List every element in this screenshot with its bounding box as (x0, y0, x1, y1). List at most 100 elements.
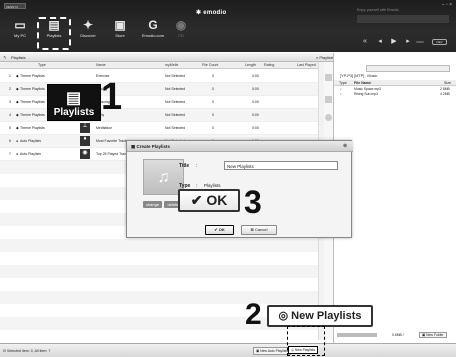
music-file-icon: ♪ (340, 87, 342, 91)
col-file-name[interactable]: File Name (354, 81, 371, 85)
table-row[interactable]: 1 ◆ Theme Playlists Exercise Not Selected 0 0:… (0, 70, 323, 83)
transfer-icon[interactable] (325, 74, 332, 81)
file-size: 4.2MB (440, 92, 450, 96)
callout-ok-label: OK (206, 192, 228, 208)
toolbar-discover[interactable]: ✦ Discover (71, 18, 105, 48)
playlists-highlight (37, 17, 71, 50)
sync-icon[interactable] (325, 96, 332, 103)
store-icon: ▣ (114, 18, 126, 32)
mode-button[interactable]: ▭▭ (414, 37, 426, 47)
row-type: Theme Playlists (20, 100, 45, 104)
meditation-icon: ⟂ (80, 123, 90, 133)
device-button[interactable]: DEV (432, 39, 447, 45)
device-view-toolbar[interactable] (366, 65, 450, 72)
device-path: [YP-P3] [MTP] : Music (340, 74, 378, 78)
col-file-count[interactable]: File Count (202, 63, 218, 67)
type-value: Playlists (204, 183, 221, 188)
row-count: 0 (212, 87, 214, 91)
row-index: 1 (9, 74, 11, 78)
row-type: Theme Playlists (20, 126, 45, 130)
playlist-table-header: Type Name myMelle File Count Length Rati… (0, 62, 323, 69)
col-last-played[interactable]: Last Played (297, 63, 316, 67)
row-count: 0 (212, 126, 214, 130)
cancel-button[interactable]: ⊠ Cancel (241, 225, 277, 235)
settings-icon[interactable] (325, 114, 332, 121)
prev-track-button[interactable]: « (359, 37, 371, 47)
row-index: 3 (9, 100, 11, 104)
theme-icon: ◆ (16, 113, 19, 117)
right-pane-tab[interactable]: ⌕ Playlists (316, 55, 334, 60)
cd-icon: ◉ (175, 18, 187, 32)
new-playlists-highlight (287, 326, 325, 356)
left-pane-tab[interactable]: Playlists (11, 55, 26, 60)
callout-new-playlists-label: New Playlists (291, 310, 362, 322)
table-row[interactable]: 5 ◆ Theme Playlists ⟂ Meditation Not Selected… (0, 122, 323, 135)
row-index: 4 (9, 113, 11, 117)
col-length[interactable]: Length (245, 63, 256, 67)
col-file-size[interactable]: Size (444, 81, 451, 85)
cancel-label: Cancel (255, 227, 268, 232)
row-melle: Not Selected (165, 74, 186, 78)
rewind-button[interactable]: ◂ (374, 37, 386, 47)
new-folder-label: New Folder (426, 333, 444, 337)
toolbar-store[interactable]: ▣ Store (103, 18, 137, 48)
dialog-icon: ▣ (131, 144, 136, 149)
capacity-bar (337, 333, 377, 337)
toolbar-mypc[interactable]: ▭ My PC (3, 18, 37, 48)
back-arrow-icon[interactable]: ↰ (3, 55, 6, 60)
file-name: Rising Sun.mp3 (354, 92, 378, 96)
title-label: Title (179, 163, 190, 169)
col-name[interactable]: Name (96, 63, 106, 67)
status-text: ⊟ Selected item: 0, All item: 7 (3, 349, 51, 353)
discover-icon: ✦ (82, 18, 94, 32)
row-count: 0 (212, 113, 214, 117)
theme-icon: ◆ (16, 87, 19, 91)
play-button[interactable]: ▶ (388, 37, 400, 47)
new-auto-playlists-button[interactable]: ▣ New Auto Playlists (253, 347, 292, 355)
left-pane-header: ↰ Playlists (0, 53, 333, 62)
music-file-icon: ♪ (340, 92, 342, 96)
step-1: 1 (101, 76, 123, 118)
row-index: 5 (9, 126, 11, 130)
change-button[interactable]: change (143, 201, 162, 208)
playlists-big-icon: ▤ (66, 90, 82, 107)
forward-button[interactable]: ▸ (402, 37, 414, 47)
title-input[interactable]: New Playlists (224, 161, 338, 170)
row-name: Top 25 Played Tracks (96, 152, 130, 156)
col-mymelle[interactable]: myMelle (165, 63, 178, 67)
row-melle: Not Selected (165, 126, 186, 130)
col-rating[interactable]: Rating (264, 63, 274, 67)
toolbar-label: My PC (14, 33, 26, 38)
file-row[interactable]: ♪ Rising Sun.mp3 4.2MB (334, 92, 456, 97)
row-length: 0:00 (252, 87, 259, 91)
toolbar-cd[interactable]: ◉ CD (164, 18, 198, 48)
callout-playlists-label: Playlists (53, 107, 95, 118)
toolbar-label: CD (178, 33, 184, 38)
window-label: KENNY/I (4, 3, 26, 9)
ok-button[interactable]: ✔ OK (205, 225, 234, 235)
top25-icon: ◉ (80, 149, 90, 159)
favorite-icon: ♦ (80, 136, 90, 146)
app-logo-text: emodio (203, 10, 227, 16)
new-auto-label: New Auto Playlists (260, 349, 289, 353)
dialog-title: Create Playlists (136, 144, 171, 149)
row-melle: Not Selected (165, 87, 186, 91)
mypc-icon: ▭ (14, 18, 26, 32)
theme-icon: ◆ (16, 74, 19, 78)
theme-icon: ◆ (16, 100, 19, 104)
row-length: 0:00 (252, 74, 259, 78)
row-type: Theme Playlists (20, 113, 45, 117)
window-controls[interactable]: – ▫ × (442, 2, 452, 8)
row-melle: Not Selected (165, 100, 186, 104)
col-type[interactable]: Type (38, 63, 46, 67)
status-selected: Selected item: 0, All item: 7 (7, 349, 51, 353)
close-icon[interactable]: ⊗ (343, 143, 347, 149)
col-file-type[interactable]: Type (339, 81, 347, 85)
row-type: Auto Playlists (20, 152, 42, 156)
new-folder-button[interactable]: ▣ New Folder (419, 332, 447, 338)
ok-label: OK (218, 227, 225, 232)
row-melle: Not Selected (165, 113, 186, 117)
row-length: 0:00 (252, 126, 259, 130)
dialog-titlebar: ▣ Create Playlists (127, 141, 353, 152)
new-playlists-callout: ◎ New Playlists (267, 305, 373, 327)
